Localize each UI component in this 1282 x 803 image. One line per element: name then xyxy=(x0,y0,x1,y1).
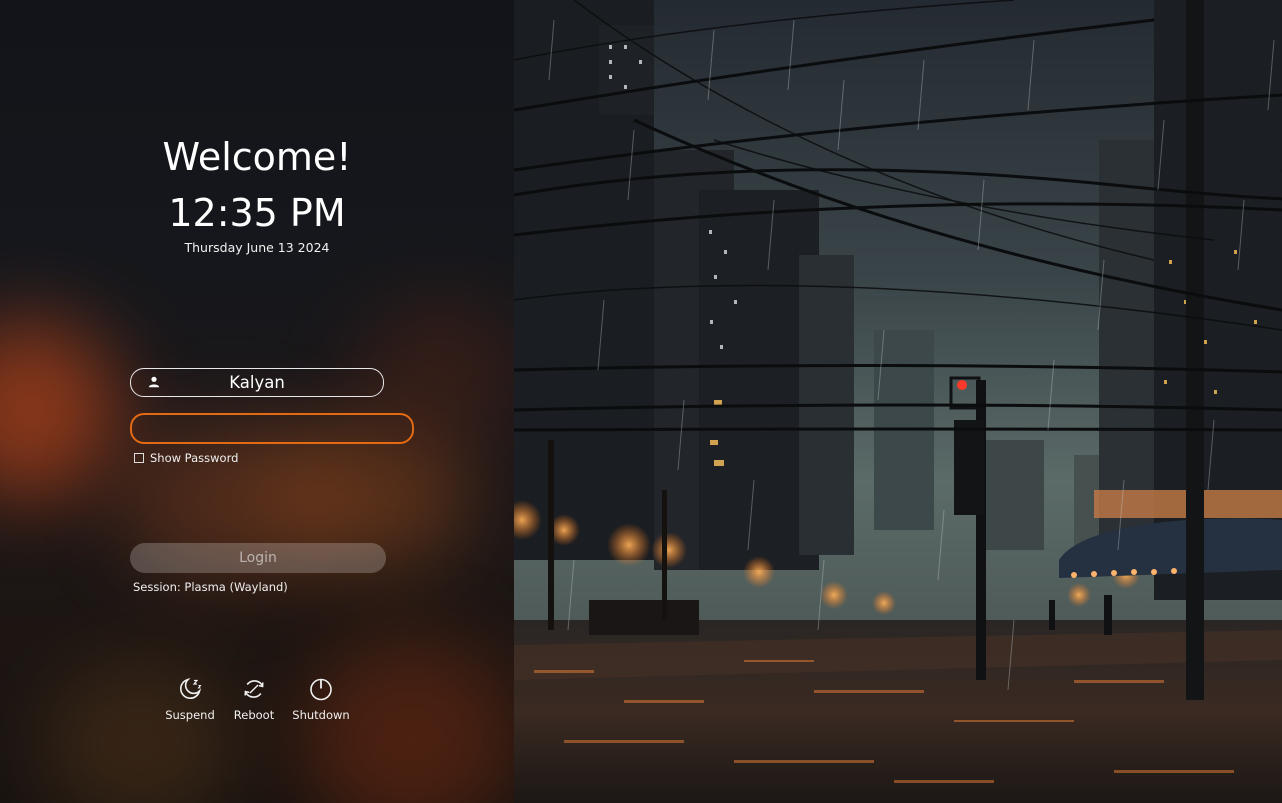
shutdown-label: Shutdown xyxy=(292,708,350,722)
wallpaper-image xyxy=(514,0,1282,803)
password-input[interactable] xyxy=(130,413,414,444)
clock-time: 12:35 PM xyxy=(168,191,346,235)
reboot-button[interactable]: Reboot xyxy=(219,676,289,722)
login-button[interactable]: Login xyxy=(130,543,386,573)
login-screen: Welcome! 12:35 PM Thursday June 13 2024 … xyxy=(0,0,1282,803)
username-selector[interactable]: Kalyan xyxy=(130,368,384,397)
power-icon xyxy=(310,678,332,701)
shutdown-button[interactable]: Shutdown xyxy=(286,676,356,722)
login-panel: Welcome! 12:35 PM Thursday June 13 2024 … xyxy=(0,0,514,803)
clock-date: Thursday June 13 2024 xyxy=(184,240,330,255)
suspend-label: Suspend xyxy=(165,708,215,722)
reboot-label: Reboot xyxy=(233,708,275,722)
moon-icon xyxy=(179,678,202,700)
session-selector[interactable]: Session: Plasma (Wayland) xyxy=(133,579,288,595)
welcome-heading: Welcome! xyxy=(162,135,352,179)
username-label: Kalyan xyxy=(229,373,285,392)
show-password-checkbox[interactable] xyxy=(134,453,144,463)
rainy-city-street-wallpaper xyxy=(514,0,1282,803)
suspend-button[interactable]: Suspend xyxy=(155,676,225,722)
show-password-label: Show Password xyxy=(150,451,239,465)
reboot-icon xyxy=(244,680,264,698)
show-password-toggle[interactable]: Show Password xyxy=(134,451,238,465)
